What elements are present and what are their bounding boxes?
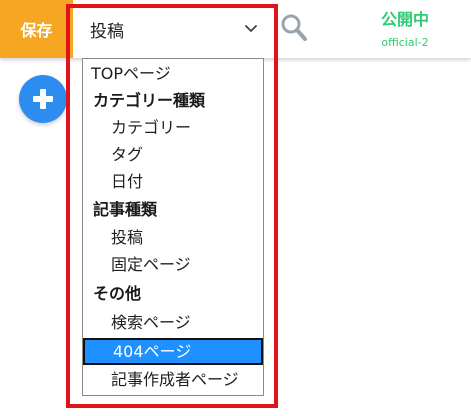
dropdown-option[interactable]: 固定ページ xyxy=(83,251,263,278)
template-select-value: 投稿 xyxy=(90,22,124,42)
dropdown-option[interactable]: タグ xyxy=(83,141,263,168)
dropdown-option-selected[interactable]: 404ページ xyxy=(83,338,263,365)
top-toolbar: 保存 投稿 公開中 official-2 xyxy=(0,0,471,58)
publish-status: 公開中 official-2 xyxy=(350,6,460,49)
dropdown-option[interactable]: 記事作成者ページ xyxy=(83,366,263,393)
dropdown-option[interactable]: カテゴリー xyxy=(83,114,263,141)
dropdown-group-label: 記事種類 xyxy=(93,200,158,219)
dropdown-option[interactable]: TOPページ xyxy=(83,60,263,87)
dropdown-option[interactable]: 投稿 xyxy=(83,224,263,251)
template-dropdown-list: TOPページカテゴリー種類カテゴリー タグ 日付記事種類投稿 固定ページその他検索ペー… xyxy=(82,58,264,396)
dropdown-option[interactable]: 日付 xyxy=(83,168,263,195)
save-button[interactable]: 保存 xyxy=(0,0,73,58)
dropdown-option[interactable]: 検索ページ xyxy=(83,309,263,336)
search-icon[interactable] xyxy=(280,13,308,43)
status-label: 公開中 xyxy=(380,10,429,29)
add-button[interactable] xyxy=(19,75,67,123)
template-select[interactable]: 投稿 xyxy=(80,7,269,52)
dropdown-group-label: その他 xyxy=(93,284,142,303)
dropdown-group-label: カテゴリー種類 xyxy=(93,91,206,110)
chevron-down-icon xyxy=(243,21,259,37)
status-sub-label: official-2 xyxy=(381,36,429,49)
plus-icon xyxy=(33,89,53,109)
